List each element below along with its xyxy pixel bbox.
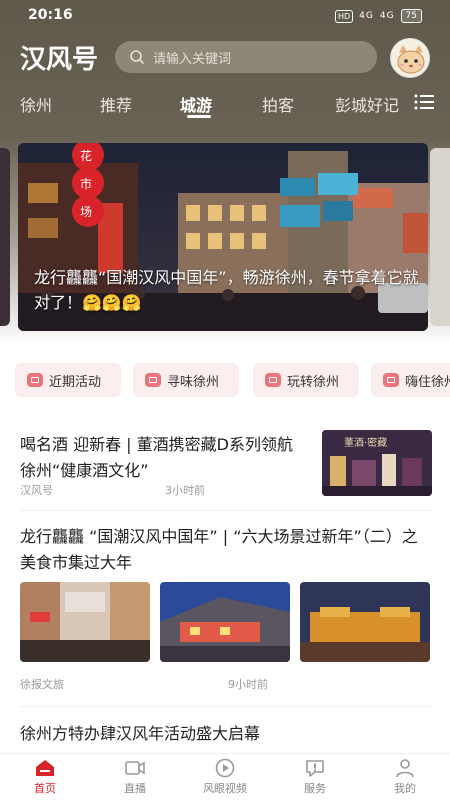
battery-icon: 75 xyxy=(400,9,422,23)
chip-recent-events[interactable]: 近期活动 xyxy=(15,363,121,397)
search-input[interactable]: 请输入关键词 xyxy=(115,41,377,73)
banner-prev-peek[interactable] xyxy=(0,148,10,326)
nav-home[interactable]: 首页 xyxy=(10,758,80,796)
status-time: 20:16 xyxy=(28,7,73,23)
banner-carousel[interactable]: 花 市 场 龙行龘龘“国潮汉风中国年”，畅游徐州，春节拿着它就对了！🤗🤗🤗 xyxy=(18,143,428,331)
video-camera-icon xyxy=(125,761,145,775)
divider xyxy=(20,706,432,707)
tab-city-tour[interactable]: 城游 xyxy=(180,92,212,116)
article-title: 喝名酒 迎新春 | 董酒携密藏D系列领航徐州“健康酒文化” xyxy=(20,435,293,480)
article-image xyxy=(300,582,430,662)
chip-label: 嗨住徐州 xyxy=(405,374,450,390)
signal-icon: 4G xyxy=(359,11,374,21)
article-image xyxy=(160,582,290,662)
chip-stay[interactable]: 嗨住徐州 xyxy=(371,363,450,397)
svg-text:市: 市 xyxy=(80,176,92,191)
tab-pengcheng[interactable]: 彭城好记 xyxy=(335,92,399,116)
bottom-nav: 首页 直播 风眼视频 服务 我的 xyxy=(0,753,450,800)
article-time: 3小时前 xyxy=(165,484,205,497)
app-bar: 汉风号 请输入关键词 xyxy=(0,36,450,80)
banner-next-peek[interactable] xyxy=(430,148,450,326)
thumbnail-caption: 董酒·密藏 xyxy=(344,438,388,449)
tab-recommend[interactable]: 推荐 xyxy=(100,92,132,116)
article-title: 龙行龘龘 “国潮汉风中国年” | “六大场景过新年”（二）之美食市集过大年 xyxy=(20,527,418,572)
house-icon xyxy=(383,373,399,387)
home-icon xyxy=(36,760,54,776)
svg-text:花: 花 xyxy=(80,148,92,163)
nav-videos[interactable]: 风眼视频 xyxy=(190,758,260,796)
list-item[interactable]: 喝名酒 迎新春 | 董酒携密藏D系列领航徐州“健康酒文化” 汉风号 3小时前 董… xyxy=(0,420,450,508)
play-circle-icon xyxy=(215,758,235,778)
status-bar: 20:16 HD 4G 4G 75 xyxy=(0,0,450,32)
nav-label: 首页 xyxy=(34,782,56,795)
avatar-image xyxy=(391,39,429,77)
nav-service[interactable]: 服务 xyxy=(280,758,350,796)
nav-profile[interactable]: 我的 xyxy=(370,758,440,796)
calendar-icon xyxy=(27,373,43,387)
app-logo: 汉风号 xyxy=(20,45,99,75)
chip-label: 寻味徐州 xyxy=(167,374,220,390)
search-icon xyxy=(130,50,144,64)
tab-xuzhou[interactable]: 徐州 xyxy=(20,92,52,116)
food-icon xyxy=(145,373,161,387)
menu-icon[interactable] xyxy=(414,94,434,110)
svg-text:场: 场 xyxy=(80,205,92,219)
article-source: 徐报文旅 xyxy=(20,678,64,691)
nav-label: 直播 xyxy=(124,782,146,795)
quick-chips: 近期活动 寻味徐州 玩转徐州 嗨住徐州 xyxy=(0,363,450,397)
nav-live[interactable]: 直播 xyxy=(100,758,170,796)
signal-icon-2: 4G xyxy=(379,11,395,21)
chip-label: 玩转徐州 xyxy=(287,374,340,390)
status-indicators: HD 4G 4G 75 xyxy=(334,9,422,23)
service-icon xyxy=(306,760,324,777)
user-icon xyxy=(396,759,414,778)
divider xyxy=(20,510,432,511)
chip-food[interactable]: 寻味徐州 xyxy=(133,363,239,397)
chip-label: 近期活动 xyxy=(49,374,102,390)
banner-title: 龙行龘龘“国潮汉风中国年”，畅游徐州，春节拿着它就对了！🤗🤗🤗 xyxy=(34,268,419,312)
chip-fun[interactable]: 玩转徐州 xyxy=(253,363,359,397)
article-time: 9小时前 xyxy=(228,678,268,691)
hd-badge: HD xyxy=(334,9,354,23)
article-image xyxy=(20,582,150,662)
article-thumbnail: 董酒·密藏 xyxy=(322,430,432,496)
list-item[interactable]: 龙行龘龘 “国潮汉风中国年” | “六大场景过新年”（二）之美食市集过大年 徐报… xyxy=(0,516,450,706)
nav-label: 我的 xyxy=(394,782,416,795)
cup-icon xyxy=(265,373,281,387)
avatar[interactable] xyxy=(390,38,430,78)
search-placeholder: 请输入关键词 xyxy=(153,51,232,67)
nav-label: 服务 xyxy=(304,782,326,795)
nav-label: 风眼视频 xyxy=(203,782,247,795)
article-source: 汉风号 xyxy=(20,484,53,497)
list-item[interactable]: 徐州方特办肆汉风年活动盛大启幕 xyxy=(0,712,450,752)
tab-photographer[interactable]: 拍客 xyxy=(262,92,294,116)
article-title: 徐州方特办肆汉风年活动盛大启幕 xyxy=(20,724,261,743)
active-tab-indicator xyxy=(187,115,211,118)
